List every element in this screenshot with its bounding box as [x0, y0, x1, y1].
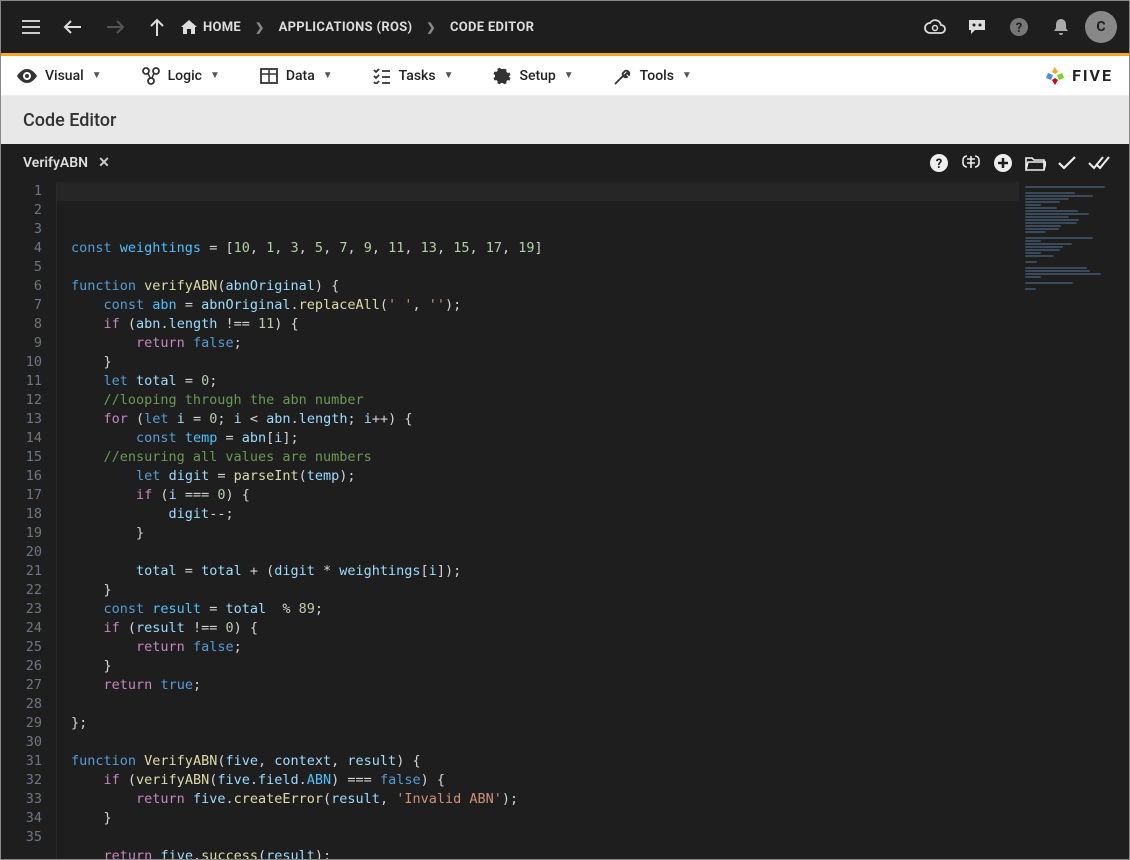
breadcrumb: HOME ❯ APPLICATIONS (ROS) ❯ CODE EDITOR — [181, 20, 534, 35]
tab-verifyabn[interactable]: VerifyABN ✕ — [15, 149, 118, 177]
chevron-down-icon: ▼ — [210, 70, 220, 81]
menu-visual[interactable]: Visual ▼ — [17, 68, 102, 84]
menu-setup-label: Setup — [519, 68, 555, 84]
check-icon[interactable] — [1051, 147, 1083, 179]
cloud-icon[interactable] — [917, 9, 953, 45]
brain-icon[interactable] — [955, 147, 987, 179]
folder-open-icon[interactable] — [1019, 147, 1051, 179]
minimap[interactable] — [1019, 182, 1129, 859]
chevron-down-icon: ▼ — [92, 70, 102, 81]
tasks-icon — [373, 68, 391, 84]
home-icon — [181, 20, 197, 34]
menu-tasks-label: Tasks — [399, 68, 436, 84]
close-icon[interactable]: ✕ — [98, 155, 110, 171]
help-tool-icon[interactable]: ? — [923, 147, 955, 179]
chevron-right-icon: ❯ — [426, 21, 436, 34]
breadcrumb-home[interactable]: HOME — [181, 20, 241, 35]
menu-logic[interactable]: Logic ▼ — [142, 67, 220, 85]
menu-setup[interactable]: Setup ▼ — [493, 67, 573, 85]
chat-icon[interactable] — [959, 9, 995, 45]
breadcrumb-item-1[interactable]: CODE EDITOR — [450, 20, 534, 35]
gear-icon — [493, 67, 511, 85]
editor-area: VerifyABN ✕ ? 12345678910111213141516171… — [1, 144, 1129, 859]
help-icon[interactable]: ? — [1001, 9, 1037, 45]
add-icon[interactable] — [987, 147, 1019, 179]
avatar-initial: C — [1096, 19, 1105, 35]
hamburger-icon[interactable] — [13, 9, 49, 45]
page-title: Code Editor — [1, 96, 1129, 144]
chevron-down-icon: ▼ — [564, 70, 574, 81]
chevron-down-icon: ▼ — [682, 70, 692, 81]
tab-label: VerifyABN — [23, 155, 88, 171]
up-icon[interactable] — [139, 9, 175, 45]
breadcrumb-item-0-label: APPLICATIONS (ROS) — [279, 20, 413, 35]
menu-tools-label: Tools — [640, 68, 674, 84]
chevron-right-icon: ❯ — [255, 21, 265, 34]
menu-visual-label: Visual — [45, 68, 84, 84]
chevron-down-icon: ▼ — [444, 70, 454, 81]
brand-logo-icon — [1044, 65, 1066, 87]
back-icon[interactable] — [55, 9, 91, 45]
chevron-down-icon: ▼ — [323, 70, 333, 81]
menu-logic-label: Logic — [168, 68, 202, 84]
brand-name: FIVE — [1072, 66, 1113, 85]
svg-text:?: ? — [936, 157, 942, 172]
check-all-icon[interactable] — [1083, 147, 1115, 179]
topbar: HOME ❯ APPLICATIONS (ROS) ❯ CODE EDITOR … — [1, 1, 1129, 56]
eye-icon — [17, 69, 37, 83]
logic-icon — [142, 67, 160, 85]
line-gutter: 1234567891011121314151617181920212223242… — [1, 182, 57, 859]
menubar: Visual ▼ Logic ▼ Data ▼ Tasks ▼ Setup ▼ … — [1, 56, 1129, 96]
menu-data-label: Data — [286, 68, 315, 84]
brand-logo: FIVE — [1044, 65, 1113, 87]
avatar[interactable]: C — [1085, 11, 1117, 43]
editor-tabs: VerifyABN ✕ ? — [1, 144, 1129, 182]
svg-text:?: ? — [1016, 21, 1022, 36]
forward-icon[interactable] — [97, 9, 133, 45]
menu-data[interactable]: Data ▼ — [260, 68, 333, 84]
breadcrumb-home-label: HOME — [203, 20, 241, 35]
breadcrumb-item-1-label: CODE EDITOR — [450, 20, 534, 35]
menu-tasks[interactable]: Tasks ▼ — [373, 68, 454, 84]
table-icon — [260, 68, 278, 84]
bell-icon[interactable] — [1043, 9, 1079, 45]
tools-icon — [614, 67, 632, 85]
page-title-text: Code Editor — [23, 110, 116, 131]
code-content[interactable]: const weightings = [10, 1, 3, 5, 7, 9, 1… — [57, 182, 1129, 859]
menu-tools[interactable]: Tools ▼ — [614, 67, 692, 85]
code-editor[interactable]: 1234567891011121314151617181920212223242… — [1, 182, 1129, 859]
breadcrumb-item-0[interactable]: APPLICATIONS (ROS) — [279, 20, 413, 35]
